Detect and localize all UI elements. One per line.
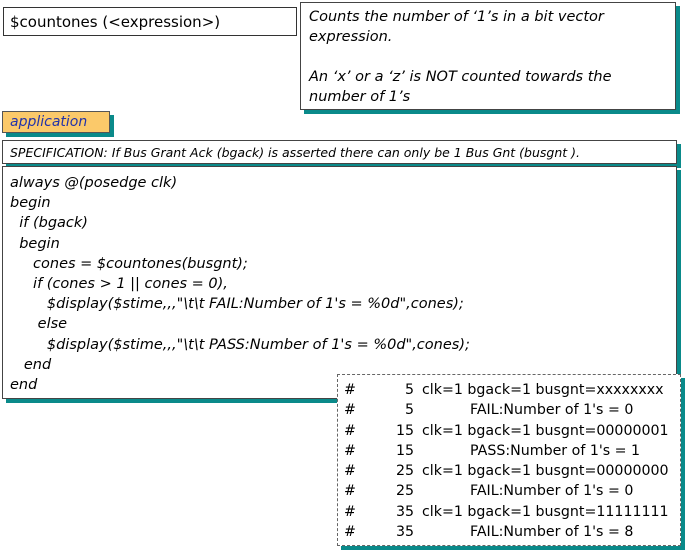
output-text: clk=1 bgack=1 busgnt=xxxxxxxx (422, 382, 664, 398)
output-text: clk=1 bgack=1 busgnt=11111111 (422, 503, 669, 520)
output-time: 35 (395, 503, 414, 520)
application-label: application (2, 111, 110, 133)
code-line: cones = $countones(busgnt); (10, 255, 248, 272)
code-line: always @(posedge clk) (10, 175, 178, 191)
code-line: else (10, 316, 68, 333)
code-line: begin (10, 195, 51, 212)
output-row: #15 PASS:Number of 1's = 1 (344, 441, 674, 461)
output-hash: # (344, 382, 356, 398)
output-text: clk=1 bgack=1 busgnt=00000001 (422, 422, 669, 439)
code-line: $display($stime,,,"\t\t FAIL:Number of 1… (10, 296, 464, 313)
output-text: FAIL:Number of 1's = 0 (470, 483, 634, 500)
syntax-box: $countones (<expression>) (3, 7, 297, 36)
output-text: PASS:Number of 1's = 1 (470, 442, 641, 459)
output-time: 15 (395, 422, 414, 439)
output-hash: # (344, 402, 356, 419)
output-row: #35 FAIL:Number of 1's = 8 (344, 522, 674, 542)
specification-box: SPECIFICATION: If Bus Grant Ack (bgack) … (2, 140, 677, 164)
output-text: FAIL:Number of 1's = 0 (470, 402, 634, 419)
code-line: $display($stime,,,"\t\t PASS:Number of 1… (10, 336, 470, 353)
syntax-text: $countones (<expression>) (10, 13, 221, 31)
code-line: if (bgack) (10, 215, 88, 232)
output-row: #35 clk=1 bgack=1 busgnt=11111111 (344, 502, 674, 522)
code-box: always @(posedge clk) begin if (bgack) be… (2, 166, 677, 399)
output-row: #5 clk=1 bgack=1 busgnt=xxxxxxxx (344, 380, 674, 400)
output-time: 35 (395, 524, 414, 541)
output-hash: # (344, 503, 356, 520)
output-row: #25 clk=1 bgack=1 busgnt=00000000 (344, 461, 674, 481)
description-line-1: Counts the number of ‘1’s in a bit vecto… (309, 9, 604, 45)
output-hash: # (344, 442, 356, 459)
output-time: 25 (395, 463, 414, 480)
simulation-output-box: #5 clk=1 bgack=1 busgnt=xxxxxxxx #5 FAIL:Nu… (337, 374, 681, 546)
code-line: end (10, 356, 52, 373)
code-line: if (cones > 1 || cones = 0), (10, 276, 228, 293)
output-row: #5 FAIL:Number of 1's = 0 (344, 400, 674, 420)
output-time: 5 (404, 382, 414, 398)
output-row: #15 clk=1 bgack=1 busgnt=00000001 (344, 421, 674, 441)
output-text: FAIL:Number of 1's = 8 (470, 524, 634, 541)
output-row: #25 FAIL:Number of 1's = 0 (344, 481, 674, 501)
output-hash: # (344, 422, 356, 439)
output-hash: # (344, 463, 356, 480)
output-time: 15 (395, 442, 414, 459)
output-hash: # (344, 483, 356, 500)
output-time: 25 (395, 483, 414, 500)
code-line: begin (10, 235, 60, 252)
output-time: 5 (404, 402, 414, 419)
description-line-2: An ‘x’ or a ‘z’ is NOT counted towards t… (309, 69, 612, 105)
description-box: Counts the number of ‘1’s in a bit vecto… (300, 2, 676, 110)
output-hash: # (344, 524, 356, 541)
output-text: clk=1 bgack=1 busgnt=00000000 (422, 463, 669, 480)
